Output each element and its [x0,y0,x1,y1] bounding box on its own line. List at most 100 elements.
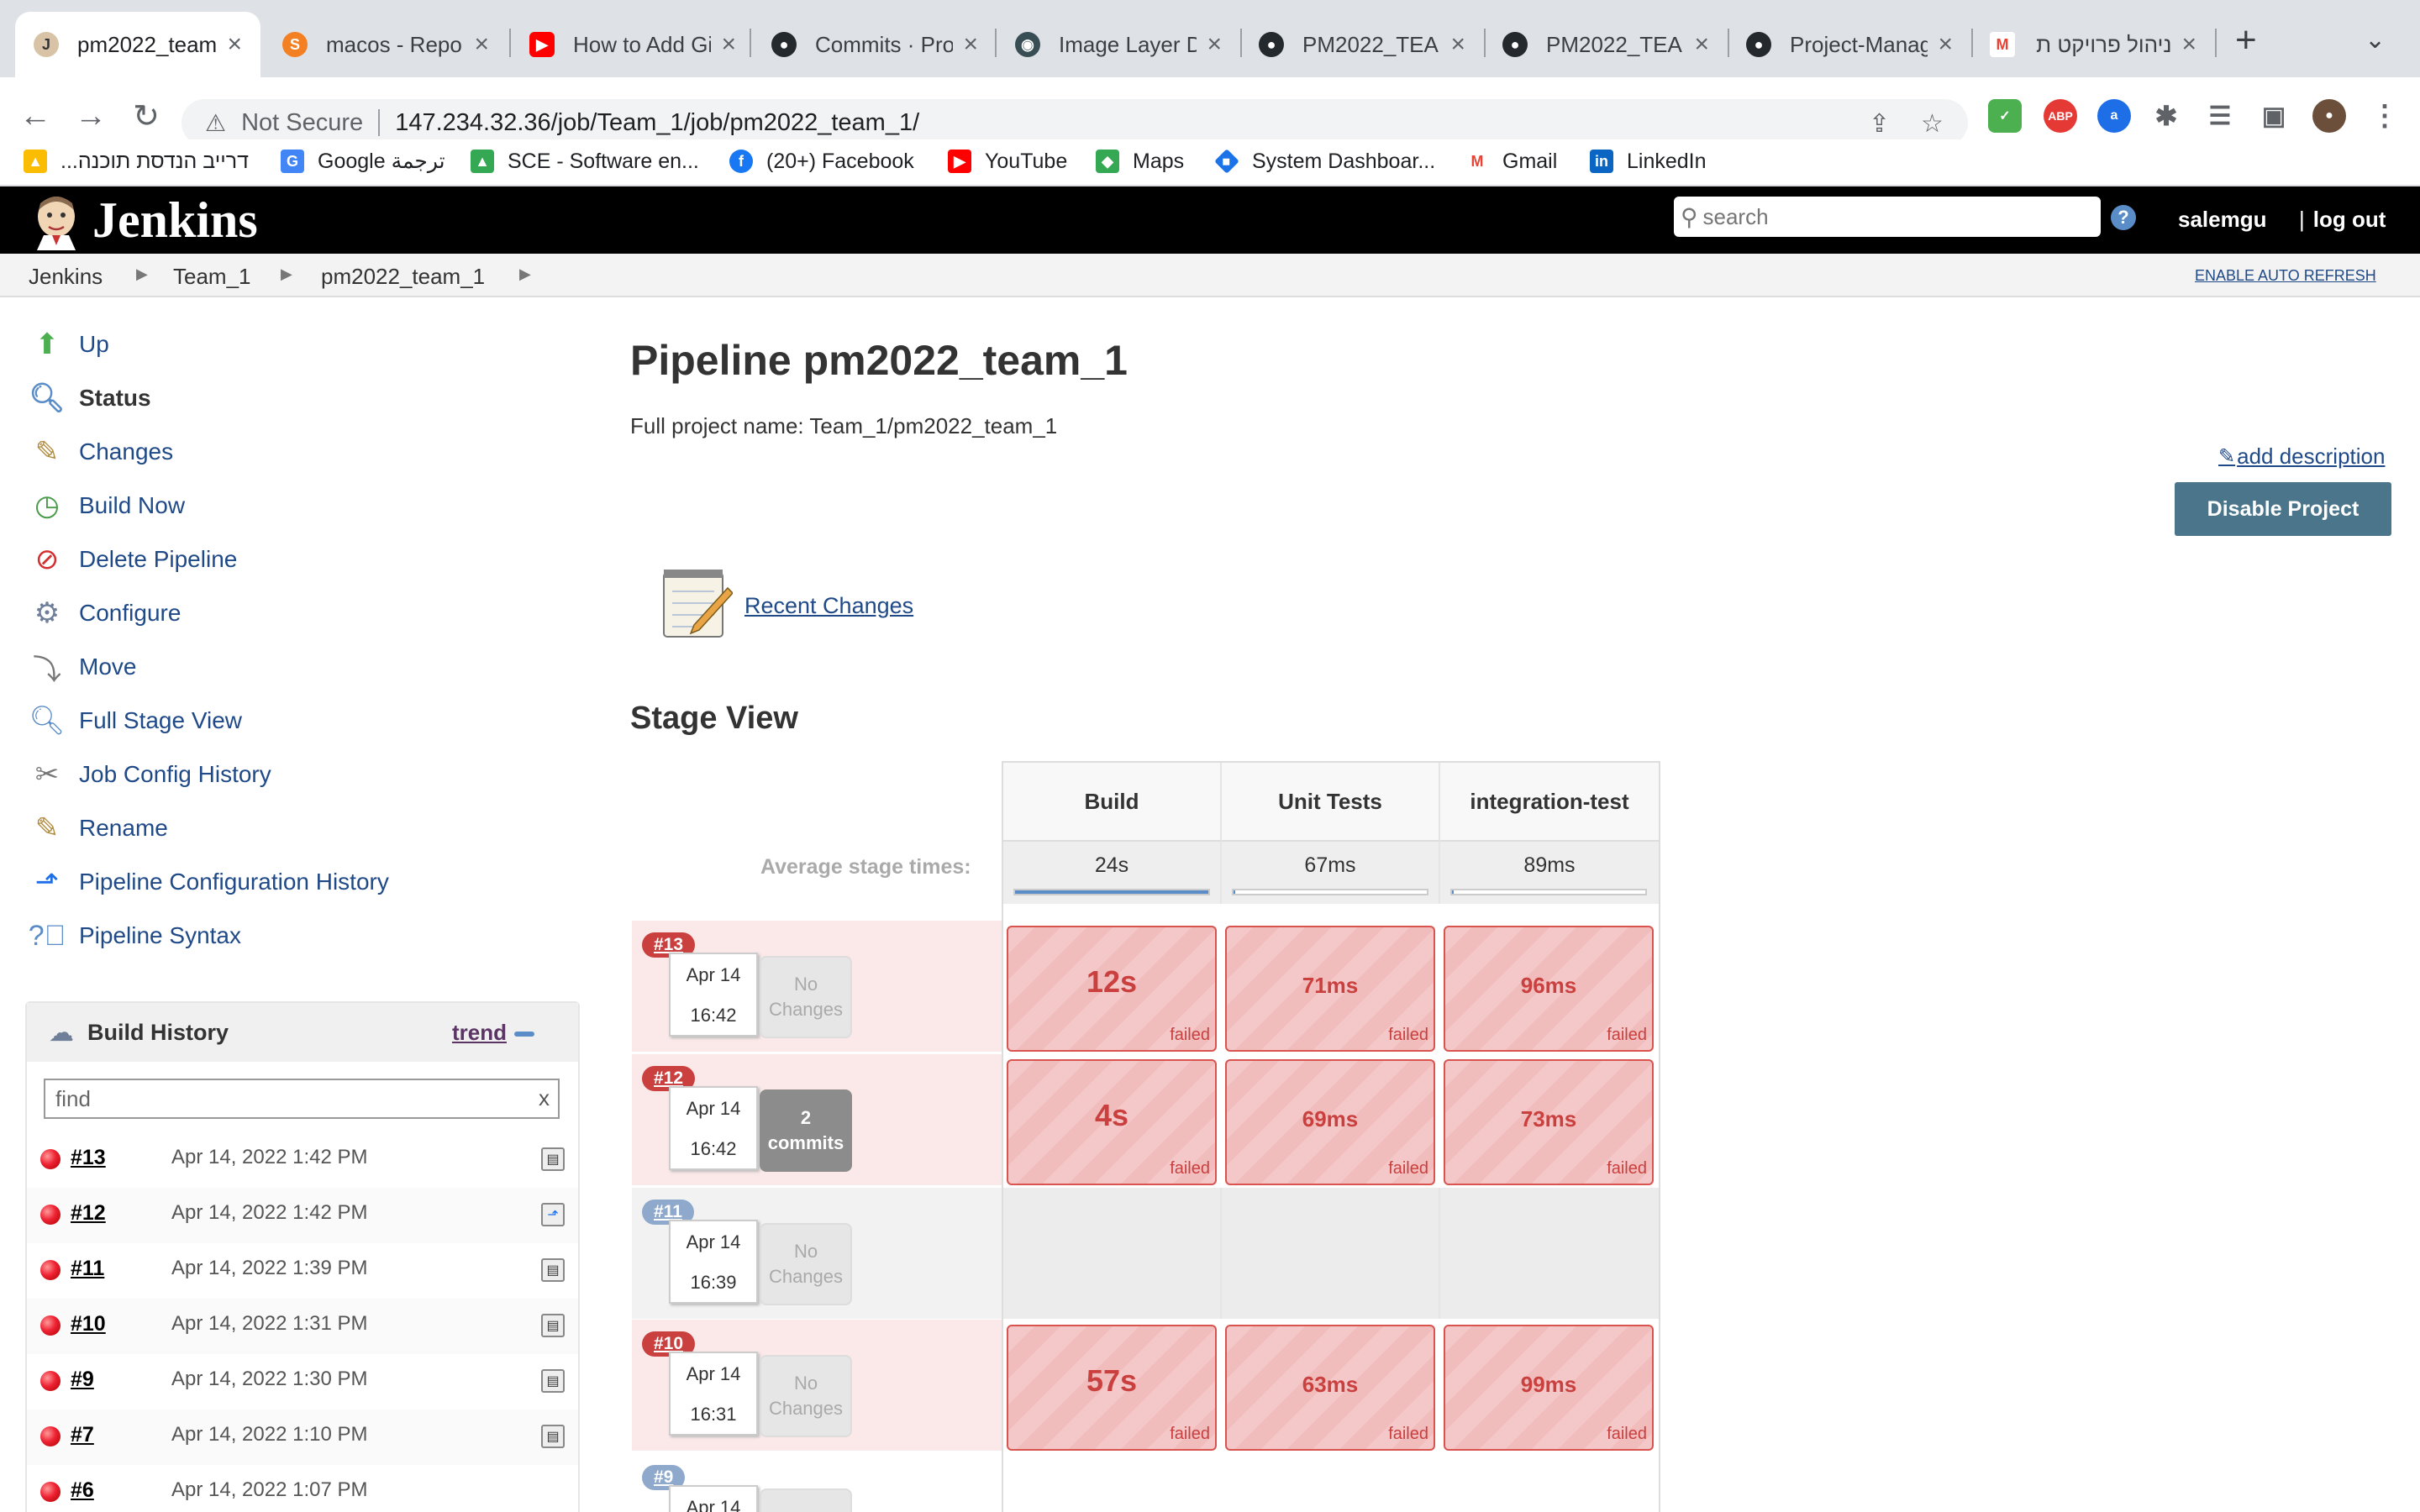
build-filter-input[interactable]: find x [44,1079,560,1119]
tab-image-layer[interactable]: ◉ Image Layer D × [997,12,1240,77]
sidebar-item-changes[interactable]: ✎ Changes [27,430,173,474]
tab-gmail[interactable]: M ניהול פרויקט ת × [1971,12,2215,77]
build-row[interactable]: #6 Apr 14, 2022 1:07 PM [27,1465,578,1512]
close-icon[interactable]: × [1207,30,1222,59]
build-date[interactable]: Apr 14, 2022 1:39 PM [171,1257,367,1280]
build-date[interactable]: Apr 14, 2022 1:42 PM [171,1146,367,1169]
build-date[interactable]: Apr 14, 2022 1:31 PM [171,1312,367,1336]
adblock-plus-icon[interactable]: ABP [2044,99,2077,133]
tab-pm2022-b[interactable]: ● PM2022_TEAM × [1484,12,1728,77]
tab-macos[interactable]: S macos - Repo × [264,12,508,77]
run-changes[interactable]: 2 commits [760,1089,852,1172]
console-output-icon[interactable]: ▤ [541,1147,565,1171]
sidebar-item-delete-pipeline[interactable]: ⊘ Delete Pipeline [27,538,238,581]
clear-filter-button[interactable]: x [539,1085,550,1111]
sidebar-item-build-now[interactable]: ◷ Build Now [27,484,185,528]
tab-youtube[interactable]: ▶ How to Add Gi × [511,12,755,77]
sidebar-item-full-stage-view[interactable]: 🔍︎ Full Stage View [27,699,242,743]
tab-jenkins[interactable]: J pm2022_team × [15,12,260,77]
tab-pm2022-a[interactable]: ● PM2022_TEAM × [1240,12,1484,77]
bookmark-facebook[interactable]: f (20+) Facebook [729,143,914,180]
run-date-box[interactable]: Apr 14 [669,1485,758,1512]
sidebar-item-job-config-history[interactable]: ✂ Job Config History [27,753,271,796]
search-input[interactable] [1702,203,2073,230]
sidebar-item-rename[interactable]: ✎ Rename [27,806,168,850]
chevron-right-icon[interactable]: ▶ [519,265,531,283]
build-row[interactable]: #7 Apr 14, 2022 1:10 PM ▤ [27,1410,578,1465]
stage-cell[interactable]: 4s failed [1007,1059,1217,1185]
tab-project-manag[interactable]: ● Project-Manag × [1728,12,1971,77]
forward-button[interactable]: → [67,92,114,139]
stage-cell[interactable]: 12s failed [1007,926,1217,1052]
stage-cell[interactable]: 69ms failed [1225,1059,1435,1185]
sidebar-item-status[interactable]: 🔍︎ Status [27,376,150,420]
profile-avatar[interactable]: ● [2312,99,2346,133]
close-icon[interactable]: × [474,30,489,59]
build-row[interactable]: #11 Apr 14, 2022 1:39 PM ▤ [27,1243,578,1299]
console-output-icon[interactable]: ▤ [541,1314,565,1337]
build-row[interactable]: #10 Apr 14, 2022 1:31 PM ▤ [27,1299,578,1354]
sidebar-item-move[interactable]: ⤵ Move [27,645,136,689]
share-icon[interactable]: ⇪ [1869,109,1890,139]
extension-a-icon[interactable]: a [2097,99,2131,133]
enable-auto-refresh-link[interactable]: ENABLE AUTO REFRESH [2195,267,2376,285]
close-icon[interactable]: × [1938,30,1953,59]
stage-cell[interactable]: 99ms failed [1444,1325,1654,1451]
jenkins-title[interactable]: Jenkins [92,192,258,249]
close-icon[interactable]: × [963,30,978,59]
build-row[interactable]: #13 Apr 14, 2022 1:42 PM ▤ [27,1132,578,1188]
build-date[interactable]: Apr 14, 2022 1:07 PM [171,1478,367,1502]
build-number-link[interactable]: #11 [71,1257,104,1281]
sidebar-item-pipeline-syntax[interactable]: ?⃝ Pipeline Syntax [27,914,241,958]
build-number-link[interactable]: #7 [71,1423,94,1447]
build-number-link[interactable]: #6 [71,1478,94,1503]
stage-cell[interactable]: 71ms failed [1225,926,1435,1052]
stage-cell[interactable]: 57s failed [1007,1325,1217,1451]
bookmark-drive[interactable]: ▲ דרייב הנדסת תוכנה... [24,143,249,180]
build-date[interactable]: Apr 14, 2022 1:10 PM [171,1423,367,1446]
breadcrumb-team[interactable]: Team_1 [173,264,251,290]
close-icon[interactable]: × [1450,30,1465,59]
run-date-box[interactable]: Apr 14 16:39 [669,1220,758,1304]
console-output-icon[interactable]: ▤ [541,1258,565,1282]
build-date[interactable]: Apr 14, 2022 1:30 PM [171,1368,367,1391]
breadcrumb-jenkins[interactable]: Jenkins [29,264,103,290]
close-icon[interactable]: × [227,30,242,59]
chrome-menu-icon[interactable]: ⋮ [2368,99,2402,133]
trend-link[interactable]: trend [452,1020,507,1046]
jenkins-search-box[interactable]: ⚲ [1674,197,2101,237]
pipeline-steps-icon[interactable]: ⬏ [541,1203,565,1226]
recent-changes-link[interactable]: Recent Changes [744,593,913,619]
tab-search-chevron-icon[interactable]: ⌄ [2365,25,2386,55]
stage-cell[interactable]: 73ms failed [1444,1059,1654,1185]
build-number-link[interactable]: #9 [71,1368,94,1392]
bookmark-linkedin[interactable]: in LinkedIn [1590,143,1707,180]
bookmark-maps[interactable]: ◆ Maps [1096,143,1184,180]
logout-link[interactable]: | log out [2299,207,2386,233]
reload-button[interactable]: ↻ [123,92,170,139]
stage-cell[interactable]: 63ms failed [1225,1325,1435,1451]
bookmark-star-icon[interactable]: ☆ [1921,109,1944,139]
bookmark-youtube[interactable]: ▶ YouTube [948,143,1067,180]
user-link[interactable]: salemgu [2178,207,2267,233]
stage-cell[interactable]: 96ms failed [1444,926,1654,1052]
new-tab-button[interactable]: + [2235,22,2257,59]
disable-project-button[interactable]: Disable Project [2175,482,2391,536]
breadcrumb-job[interactable]: pm2022_team_1 [321,264,485,290]
build-row[interactable]: #12 Apr 14, 2022 1:42 PM ⬏ [27,1188,578,1243]
back-button[interactable]: ← [12,92,59,139]
run-date-box[interactable]: Apr 14 16:42 [669,953,758,1037]
side-panel-icon[interactable]: ▣ [2257,99,2291,133]
sidebar-item-configure[interactable]: ⚙ Configure [27,591,182,635]
trend-toggle[interactable] [514,1032,534,1037]
run-date-box[interactable]: Apr 14 16:31 [669,1352,758,1436]
bookmark-system-dashboard[interactable]: ◆ System Dashboar... [1214,143,1435,180]
tab-commits[interactable]: ● Commits · Proj × [753,12,997,77]
extension-icon-1[interactable]: ✓ [1988,99,2022,133]
sidebar-item-pipeline-config-history[interactable]: ⬏ Pipeline Configuration History [27,860,389,904]
sidebar-item-up[interactable]: ⬆ Up [27,323,109,366]
console-output-icon[interactable]: ▤ [541,1425,565,1448]
close-icon[interactable]: × [721,30,736,59]
bookmark-sce[interactable]: ▲ SCE - Software en... [471,143,699,180]
build-number-link[interactable]: #12 [71,1201,106,1226]
